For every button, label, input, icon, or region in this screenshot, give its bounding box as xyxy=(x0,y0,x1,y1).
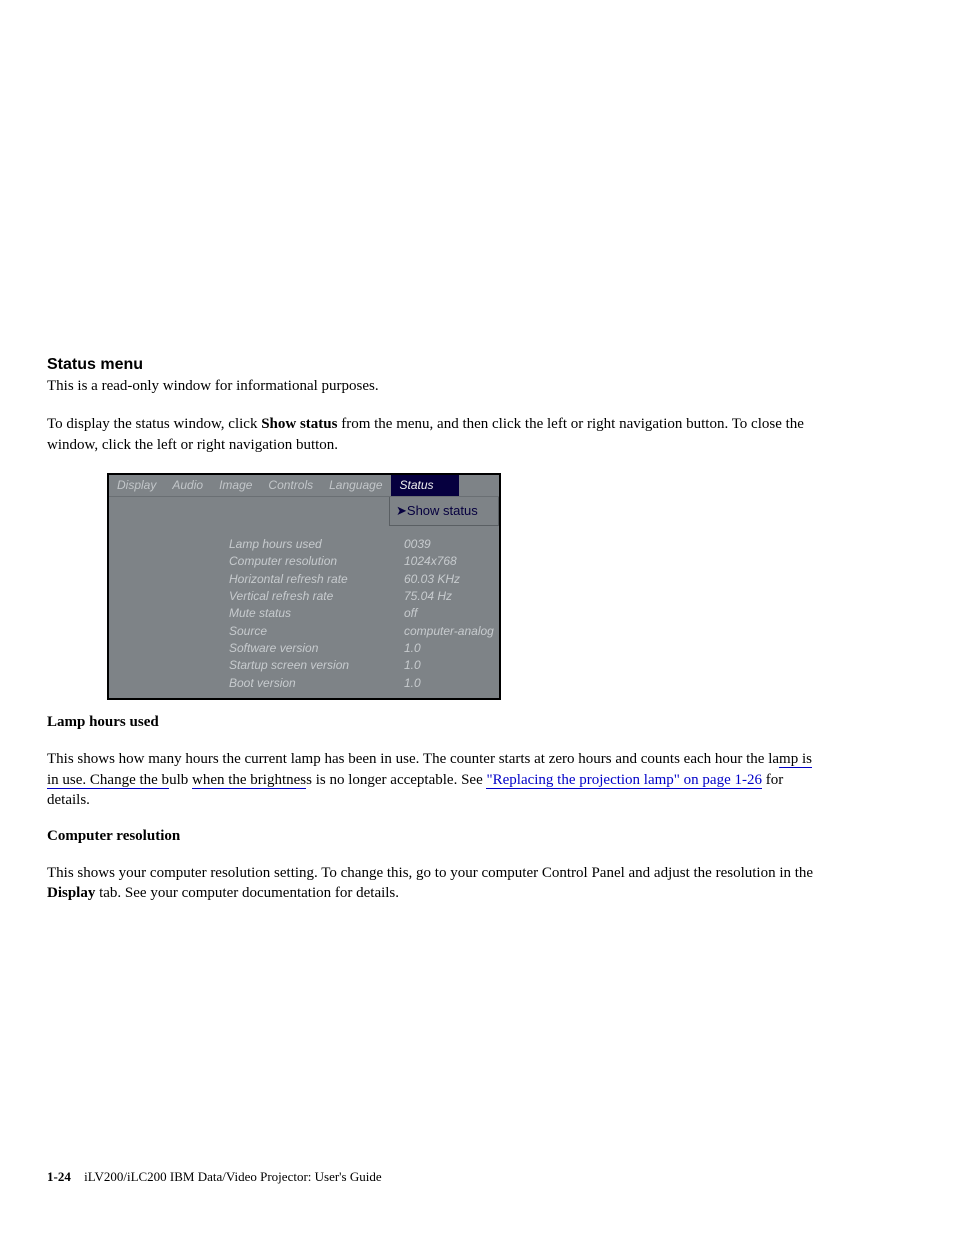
computer-resolution-paragraph: This shows your computer resolution sett… xyxy=(47,863,814,904)
show-status-submenu: ➤Show status xyxy=(389,497,499,526)
status-value: 60.03 KHz xyxy=(404,571,494,588)
crossref-link-replacing-lamp[interactable]: "Replacing the projection lamp" on page … xyxy=(486,772,762,789)
tab-audio: Audio xyxy=(164,475,211,496)
subheading-lamp-hours: Lamp hours used xyxy=(47,714,814,731)
tab-controls: Controls xyxy=(260,475,321,496)
status-labels-column: Lamp hours used Computer resolution Hori… xyxy=(229,536,404,693)
lamp-hours-paragraph: This shows how many hours the current la… xyxy=(47,749,814,810)
howto-paragraph: To display the status window, click Show… xyxy=(47,414,814,455)
document-page: Status menu This is a read-only window f… xyxy=(0,0,954,1235)
howto-bold: Show status xyxy=(261,416,337,432)
status-menu-figure-container: Display Audio Image Controls Language St… xyxy=(107,473,814,701)
howto-text-pre: To display the status window, click xyxy=(47,416,261,432)
tab-language: Language xyxy=(321,475,390,496)
text-fragment: tab. See your computer documentation for… xyxy=(95,885,399,901)
status-label: Computer resolution xyxy=(229,553,404,570)
status-label: Lamp hours used xyxy=(229,536,404,553)
status-value: 1024x768 xyxy=(404,553,494,570)
tab-display: Display xyxy=(109,475,164,496)
subheading-computer-resolution: Computer resolution xyxy=(47,828,814,845)
menu-tabs-row: Display Audio Image Controls Language St… xyxy=(109,475,499,497)
page-footer: 1-24 iLV200/iLC200 IBM Data/Video Projec… xyxy=(47,1169,382,1185)
status-label: Horizontal refresh rate xyxy=(229,571,404,588)
status-value: 1.0 xyxy=(404,675,494,692)
status-label: Mute status xyxy=(229,605,404,622)
intro-paragraph: This is a read-only window for informati… xyxy=(47,376,814,396)
tab-image: Image xyxy=(211,475,260,496)
tab-status: Status xyxy=(391,475,459,496)
status-body: Lamp hours used Computer resolution Hori… xyxy=(229,536,499,693)
display-bold: Display xyxy=(47,885,95,901)
status-label: Software version xyxy=(229,640,404,657)
status-value: 1.0 xyxy=(404,640,494,657)
status-value: computer-analog xyxy=(404,623,494,640)
status-value: 1.0 xyxy=(404,657,494,674)
status-value: off xyxy=(404,605,494,622)
text-fragment: This shows your computer resolution sett… xyxy=(47,865,813,881)
status-values-column: 0039 1024x768 60.03 KHz 75.04 Hz off com… xyxy=(404,536,494,693)
status-label: Vertical refresh rate xyxy=(229,588,404,605)
status-label: Boot version xyxy=(229,675,404,692)
text-fragment: s is no longer acceptable. See xyxy=(306,772,486,788)
section-heading-status-menu: Status menu xyxy=(47,356,814,374)
footer-title: iLV200/iLC200 IBM Data/Video Projector: … xyxy=(84,1169,382,1184)
status-label: Startup screen version xyxy=(229,657,404,674)
status-value: 75.04 Hz xyxy=(404,588,494,605)
status-value: 0039 xyxy=(404,536,494,553)
text-fragment: This shows how many hours the current la… xyxy=(47,751,779,767)
status-label: Source xyxy=(229,623,404,640)
status-menu-figure: Display Audio Image Controls Language St… xyxy=(107,473,501,701)
text-fragment: ulb xyxy=(169,772,192,788)
text-fragment: when the brightnes xyxy=(192,772,306,789)
page-number: 1-24 xyxy=(47,1169,71,1184)
